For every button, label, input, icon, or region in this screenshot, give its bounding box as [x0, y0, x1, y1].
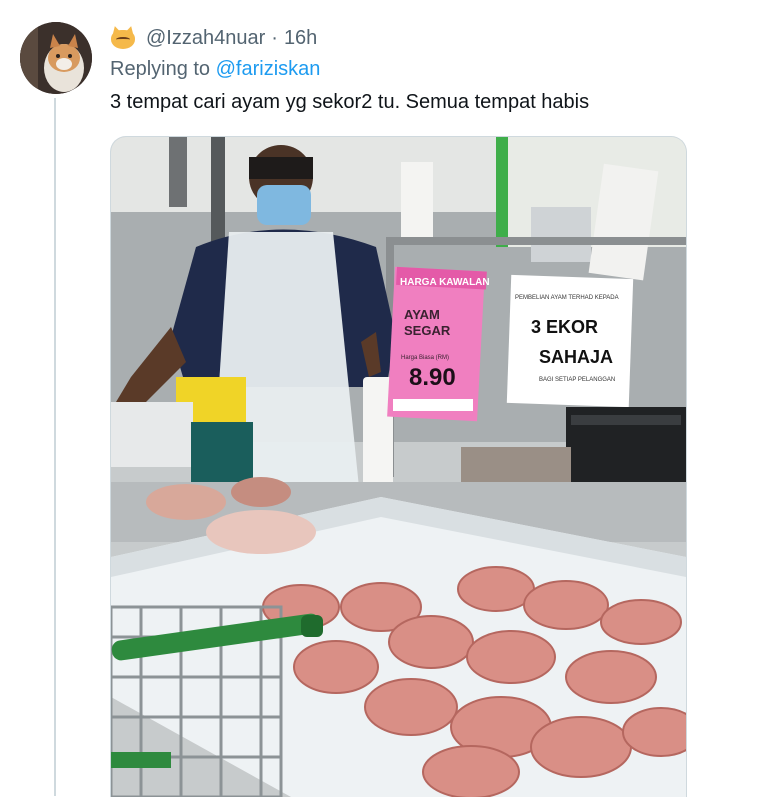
price-sign-line2: SEGAR — [404, 323, 451, 338]
limit-sign-line2: SAHAJA — [539, 347, 613, 367]
cat-face-icon — [110, 24, 136, 50]
avatar[interactable] — [20, 22, 92, 94]
thread-line — [54, 98, 56, 796]
tweet-photo[interactable]: HARGA KAWALAN AYAM SEGAR Harga Biasa (RM… — [110, 136, 687, 797]
replying-to-line: Replying to @fariziskan — [110, 58, 320, 81]
price-sign-small: Harga Biasa (RM) — [401, 355, 449, 361]
replying-prefix: Replying to — [110, 58, 216, 80]
tweet-text: 3 tempat cari ayam yg sekor2 tu. Semua t… — [110, 91, 590, 113]
tweet[interactable]: @Izzah4nuar · 16h Replying to @fariziska… — [0, 0, 769, 797]
author-handle[interactable]: @Izzah4nuar — [146, 27, 265, 50]
price-sign-header: HARGA KAWALAN — [400, 277, 490, 288]
separator-dot: · — [271, 26, 278, 49]
price-sign-line1: AYAM — [404, 307, 440, 322]
limit-sign-line1: 3 EKOR — [531, 317, 598, 337]
limit-sign-top: PEMBELIAN AYAM TERHAD KEPADA — [515, 295, 619, 301]
price-sign: HARGA KAWALAN AYAM SEGAR Harga Biasa (RM… — [387, 266, 490, 422]
limit-sign: PEMBELIAN AYAM TERHAD KEPADA 3 EKOR SAHA… — [506, 274, 634, 408]
tweet-header: @Izzah4nuar · 16h — [110, 24, 317, 52]
price-sign-price: 8.90 — [409, 364, 456, 391]
limit-sign-bottom: BAGI SETIAP PELANGGAN — [539, 377, 615, 383]
timestamp[interactable]: 16h — [284, 27, 317, 50]
replying-to-mention[interactable]: @fariziskan — [216, 58, 321, 80]
avatar-image — [20, 22, 92, 94]
